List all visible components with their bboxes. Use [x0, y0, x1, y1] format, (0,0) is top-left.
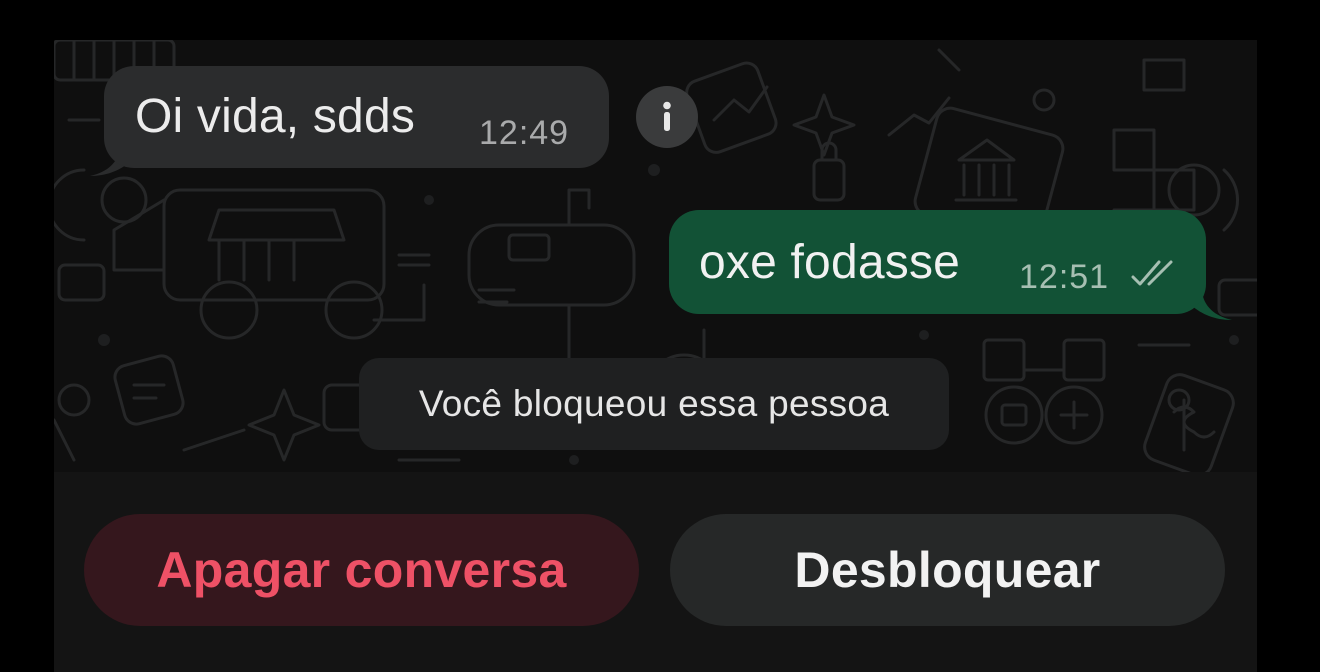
- double-check-icon: [1131, 260, 1173, 286]
- message-timestamp: 12:49: [479, 114, 570, 152]
- unblock-button[interactable]: Desbloquear: [670, 514, 1225, 626]
- message-text: oxe fodasse: [699, 236, 961, 289]
- chat-screen: Oi vida, sdds 12:49 oxe fodasse 12:51 Vo…: [54, 40, 1257, 672]
- message-text: Oi vida, sdds: [135, 90, 416, 143]
- blocked-notice: Você bloqueou essa pessoa: [359, 358, 949, 450]
- chat-area[interactable]: Oi vida, sdds 12:49 oxe fodasse 12:51 Vo…: [54, 40, 1257, 472]
- message-timestamp: 12:51: [1019, 258, 1110, 296]
- outgoing-message-bubble[interactable]: oxe fodasse 12:51: [669, 210, 1206, 314]
- blocked-notice-text: Você bloqueou essa pessoa: [418, 383, 890, 424]
- info-icon: [663, 101, 671, 131]
- delete-conversation-button[interactable]: Apagar conversa: [84, 514, 639, 626]
- info-button[interactable]: [636, 86, 698, 148]
- blocked-actions-bar: Apagar conversa Desbloquear: [54, 472, 1257, 672]
- incoming-message-bubble[interactable]: Oi vida, sdds 12:49: [104, 66, 609, 168]
